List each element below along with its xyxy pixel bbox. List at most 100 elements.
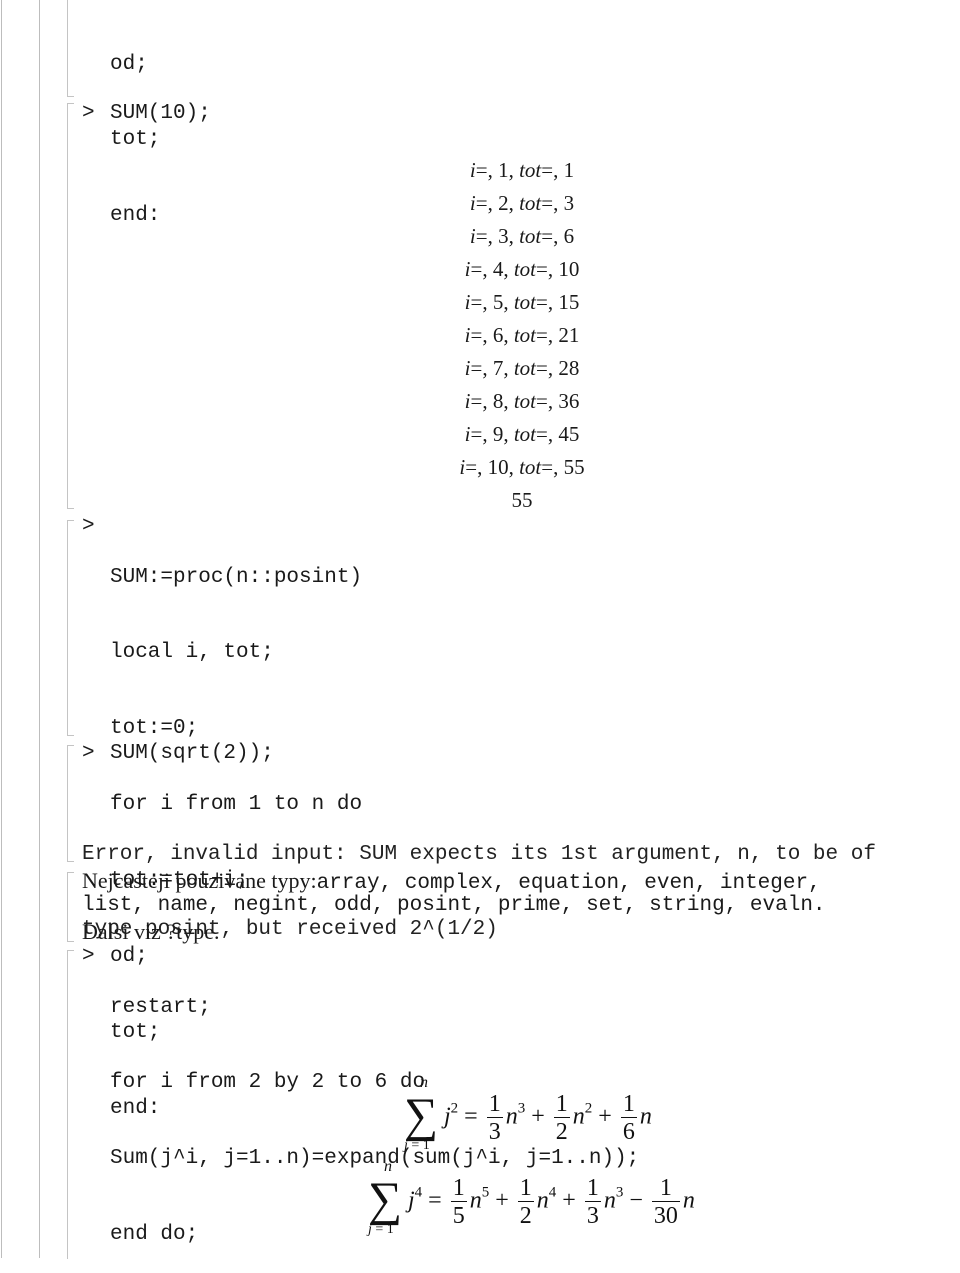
code-input-sum-sqrt[interactable]: SUM(sqrt(2));: [110, 741, 274, 766]
fraction: 12: [553, 1091, 570, 1146]
fraction: 13: [584, 1174, 601, 1230]
code-line: tot;: [110, 128, 161, 152]
print-output-line: i=, 1, tot=, 1: [469, 158, 575, 182]
variable: n: [603, 1187, 616, 1214]
worksheet-margin-line: [1, 0, 2, 1258]
operator: =: [458, 1103, 484, 1130]
print-output-line: i=, 8, tot=, 36: [464, 389, 580, 413]
sigma-icon: ∑: [404, 1089, 439, 1142]
print-output: i=, 1, tot=, 1 i=, 2, tot=, 3 i=, 3, tot=,…: [372, 154, 672, 517]
print-output-line: i=, 9, tot=, 45: [464, 422, 580, 446]
code-line: od;: [110, 52, 148, 76]
operator: +: [556, 1187, 582, 1214]
numerator: 1: [488, 1090, 501, 1117]
variable: n: [682, 1187, 695, 1214]
operator: +: [525, 1103, 551, 1130]
text-group-bracket-end: [67, 872, 74, 942]
code-line: end:: [110, 204, 161, 228]
execution-group-bracket: [67, 950, 74, 1259]
code-line: local i, tot;: [110, 641, 274, 665]
var-i: i: [469, 191, 476, 215]
operator: −: [623, 1187, 649, 1214]
print-output-line: i=, 2, tot=, 3: [469, 191, 575, 215]
sigma-icon: ∑: [368, 1173, 403, 1226]
execution-group-bracket-end: [67, 745, 74, 862]
summation: n ∑ j = 1: [404, 1074, 444, 1158]
execution-group-bracket-end: [67, 520, 74, 736]
fraction: 13: [486, 1090, 503, 1146]
fraction: 1 30: [651, 1175, 680, 1230]
summation: n ∑ j = 1: [368, 1158, 408, 1242]
variable: n: [505, 1103, 518, 1130]
var-i: i: [464, 257, 471, 281]
note-types-line1: array, complex, equation, even, integer,: [316, 872, 821, 895]
var-tot: tot: [519, 455, 542, 479]
denominator: 3: [586, 1202, 599, 1229]
var-tot: tot: [513, 290, 536, 314]
execution-group-bracket-end: [67, 103, 74, 509]
denominator: 6: [622, 1118, 635, 1145]
math-output-sum-j4: n ∑ j = 1 j4 = 1 5 n5 + 1 2 n4 + 1 3 n3 − 1 30 n: [368, 1158, 695, 1242]
sum-lower-limit: j = 1: [368, 1222, 394, 1237]
code-input-sum-10[interactable]: SUM(10);: [110, 101, 211, 126]
print-output-line: i=, 4, tot=, 10: [464, 257, 580, 281]
fraction: 16: [620, 1091, 637, 1146]
var-tot: tot: [519, 191, 542, 215]
operator: +: [592, 1103, 618, 1130]
math-output-sum-j2: n ∑ j = 1 j2 = 1 3 n3 + 1 2 n2 + 16n: [404, 1074, 652, 1158]
print-output-line: i=, 7, tot=, 28: [464, 356, 580, 380]
variable: n: [536, 1187, 549, 1214]
code-line: tot:=0;: [110, 717, 199, 741]
summand: j: [408, 1187, 415, 1214]
denominator: 2: [555, 1118, 568, 1145]
note-label: Nejcasteji pouzivane typy:: [82, 868, 317, 893]
operator: =: [422, 1187, 448, 1214]
var-i: i: [464, 422, 471, 446]
print-output-line: i=, 10, tot=, 55: [459, 455, 585, 479]
text-note: Nejcasteji pouzivane typy:array, complex…: [82, 868, 952, 944]
denominator: 5: [452, 1202, 465, 1229]
variable: n: [639, 1103, 652, 1130]
execution-group-bracket: [67, 0, 74, 97]
var-i: i: [469, 224, 476, 248]
code-block-proc-tail[interactable]: od; tot; end:: [110, 1, 160, 254]
sum-index: j: [404, 1138, 408, 1153]
var-tot: tot: [513, 389, 536, 413]
sum-index: j: [368, 1222, 372, 1237]
result-value: 55: [511, 488, 533, 512]
variable: n: [469, 1187, 482, 1214]
note-footer: Dalsi viz ?type.: [82, 918, 220, 944]
error-line: Error, invalid input: SUM expects its 1s…: [82, 842, 876, 866]
numerator: 1: [519, 1174, 532, 1201]
input-prompt: >: [82, 945, 95, 968]
section-margin-line: [39, 0, 40, 1258]
var-tot: tot: [513, 356, 536, 380]
denominator: 2: [519, 1202, 532, 1229]
var-i: i: [464, 389, 471, 413]
var-i: i: [464, 323, 471, 347]
note-types-line2: list, name, negint, odd, posint, prime, …: [82, 894, 826, 918]
variable: n: [572, 1103, 585, 1130]
print-output-line: i=, 3, tot=, 6: [469, 224, 575, 248]
denominator: 30: [653, 1202, 678, 1229]
print-output-line: i=, 6, tot=, 21: [464, 323, 580, 347]
print-output-line: i=, 5, tot=, 15: [464, 290, 580, 314]
var-i: i: [469, 158, 476, 182]
var-i: i: [464, 290, 471, 314]
input-prompt: >: [82, 102, 95, 125]
input-prompt: >: [82, 742, 95, 765]
var-i: i: [464, 356, 471, 380]
numerator: 1: [586, 1174, 599, 1201]
code-line: restart;: [110, 995, 211, 1019]
var-tot: tot: [513, 323, 536, 347]
sum-lower-limit: j = 1: [404, 1138, 430, 1153]
var-tot: tot: [519, 158, 542, 182]
var-tot: tot: [519, 224, 542, 248]
var-tot: tot: [513, 422, 536, 446]
var-tot: tot: [513, 257, 536, 281]
fraction: 15: [450, 1174, 467, 1230]
denominator: 3: [488, 1118, 501, 1145]
operator: +: [489, 1187, 515, 1214]
numerator: 1: [452, 1174, 465, 1201]
code-line: SUM:=proc(n::posint): [110, 565, 363, 589]
